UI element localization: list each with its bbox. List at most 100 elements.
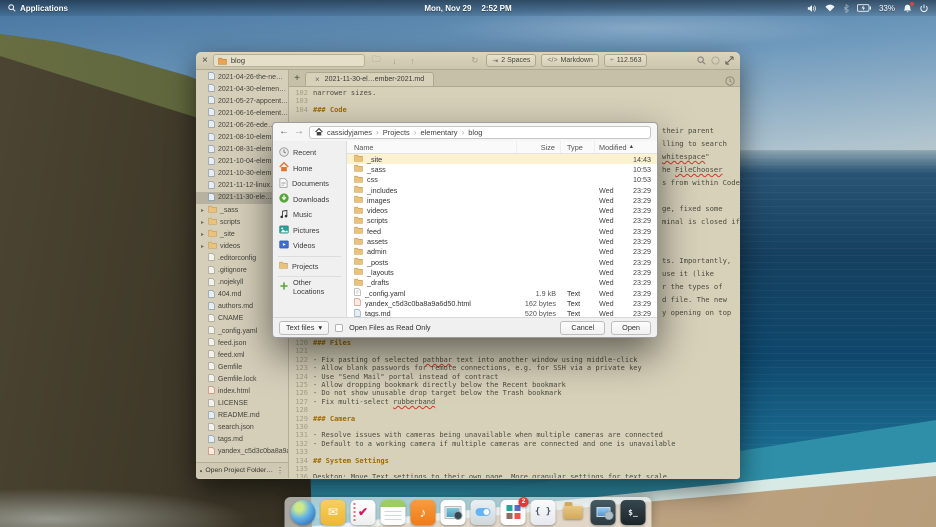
dock-icon-appcenter[interactable]: 2 [501, 500, 526, 525]
battery-icon[interactable] [857, 4, 871, 12]
sidebar-file-item[interactable]: LICENSE [196, 398, 288, 410]
crumb-separator: › [376, 128, 379, 137]
dock-icon-calendar[interactable] [381, 500, 406, 525]
code-line: 122- Fix pasting of selected pathbar tex… [289, 356, 740, 364]
sidebar-file-item[interactable]: yandex_c5d3c0ba8a9a… [196, 446, 288, 458]
upload-button[interactable]: ↑ [406, 56, 419, 66]
open-project-folder-button[interactable]: Open Project Folder… ⋮ [196, 462, 288, 478]
sidebar-file-item[interactable]: 2021-04-26-the-ne… [196, 71, 288, 83]
table-row[interactable]: _sass10:53 [347, 164, 657, 174]
table-row[interactable]: _postsWed23:29 [347, 257, 657, 267]
sidebar-file-item[interactable]: 2021-04-30-elemen… [196, 83, 288, 95]
dock-icon-web[interactable] [291, 500, 316, 525]
place-videos[interactable]: Videos [273, 238, 346, 254]
place-recent[interactable]: Recent [273, 145, 346, 161]
forward-button[interactable]: → [294, 127, 304, 137]
table-row[interactable]: _draftsWed23:29 [347, 278, 657, 288]
sidebar-file-item[interactable]: index.html [196, 385, 288, 397]
dock-icon-photos[interactable] [441, 500, 466, 525]
volume-icon[interactable] [807, 4, 817, 13]
sidebar-file-item[interactable]: 2021-06-16-element… [196, 107, 288, 119]
place-pictures[interactable]: Pictures [273, 223, 346, 239]
sidebar-file-item[interactable]: search.json [196, 422, 288, 434]
bluetooth-icon[interactable] [843, 4, 849, 13]
place-projects[interactable]: Projects [273, 259, 346, 275]
table-row[interactable]: adminWed23:29 [347, 247, 657, 257]
table-row[interactable]: feedWed23:29 [347, 226, 657, 236]
column-modified[interactable]: Modified ▲ [595, 143, 657, 152]
places-sidebar: RecentHomeDocumentsDownloadsMusicPicture… [273, 141, 347, 317]
sidebar-file-item[interactable]: README.md [196, 410, 288, 422]
table-row[interactable]: imagesWed23:29 [347, 195, 657, 205]
column-type[interactable]: Type [561, 141, 595, 153]
tab-active[interactable]: × 2021-11-30-el…ember-2021.md [305, 72, 434, 86]
new-tab-button[interactable]: + [289, 70, 305, 86]
place-downloads[interactable]: Downloads [273, 192, 346, 208]
indent-width-button[interactable]: ⇥ 2 Spaces [486, 54, 536, 67]
sidebar-menu-button[interactable]: ⋮ [276, 466, 284, 475]
place-other-locations[interactable]: Other Locations [273, 279, 346, 295]
dock-icon-tasks[interactable]: ✔ [351, 500, 376, 525]
code-line: 130 [289, 423, 740, 431]
datetime-indicator[interactable]: Mon, Nov 29 2:52 PM [424, 0, 511, 16]
sidebar-file-item[interactable]: Gemfile [196, 361, 288, 373]
applications-menu[interactable]: Applications [8, 4, 68, 13]
tab-close-icon[interactable]: × [315, 75, 320, 84]
download-button[interactable]: ↓ [388, 56, 401, 66]
place-music[interactable]: Music [273, 207, 346, 223]
file-label: Gemfile.lock [218, 376, 257, 383]
column-name[interactable]: Name [347, 141, 517, 153]
place-documents[interactable]: Documents [273, 176, 346, 192]
dock-icon-screenshot[interactable] [591, 500, 616, 525]
back-button[interactable]: ← [279, 127, 289, 137]
table-row[interactable]: videosWed23:29 [347, 205, 657, 215]
crumb-projects[interactable]: Projects [383, 128, 410, 137]
dock-icon-code[interactable]: { } [531, 500, 556, 525]
dock-icon-terminal[interactable]: $_ [621, 500, 646, 525]
wifi-icon[interactable] [825, 4, 835, 12]
folder-icon [354, 247, 363, 257]
syntax-mode-button[interactable]: </> Markdown [541, 54, 598, 67]
editor-menu-icon[interactable] [711, 56, 720, 65]
file-label: README.md [218, 412, 260, 419]
table-row[interactable]: css10:53 [347, 175, 657, 185]
table-row[interactable]: yandex_c5d3c0ba8a9a6d50.html162 bytesTex… [347, 298, 657, 308]
power-icon[interactable] [920, 4, 928, 13]
dock-icon-settings[interactable] [471, 500, 496, 525]
sidebar-file-item[interactable]: feed.xml [196, 349, 288, 361]
crumb-home[interactable]: cassidyjames [327, 128, 372, 137]
crumb-blog[interactable]: blog [468, 128, 482, 137]
breadcrumb[interactable]: cassidyjames › Projects › elementary › b… [309, 126, 651, 139]
table-row[interactable]: _layoutsWed23:29 [347, 267, 657, 277]
dock-icon-files[interactable] [561, 500, 586, 525]
editor-search-icon[interactable] [697, 56, 706, 65]
readonly-checkbox[interactable] [335, 324, 343, 332]
open-button[interactable]: Open [611, 321, 651, 335]
sidebar-file-item[interactable]: 2021-05-27-appcent… [196, 95, 288, 107]
sidebar-file-item[interactable]: feed.json [196, 337, 288, 349]
dock-icon-music[interactable]: ♪ [411, 500, 436, 525]
table-row[interactable]: _config.yaml1.9 kBTextWed23:29 [347, 288, 657, 298]
place-home[interactable]: Home [273, 161, 346, 177]
sidebar-file-item[interactable]: tags.md [196, 434, 288, 446]
file-filter-dropdown[interactable]: Text files ▾ [279, 321, 329, 335]
dock-icon-mail[interactable]: ✉ [321, 500, 346, 525]
table-row[interactable]: _includesWed23:29 [347, 185, 657, 195]
project-chooser-button[interactable]: blog [213, 54, 365, 67]
table-row[interactable]: scriptsWed23:29 [347, 216, 657, 226]
cancel-button[interactable]: Cancel [560, 321, 605, 335]
table-row[interactable]: tags.md520 bytesTextWed23:29 [347, 308, 657, 317]
goto-line-button[interactable]: ÷ 112.563 [604, 54, 648, 67]
window-close-button[interactable]: × [202, 56, 208, 66]
table-row[interactable]: _site14:43 [347, 154, 657, 164]
editor-titlebar[interactable]: × blog 🗀 ↓ ↑ ↻ ⇥ 2 Spaces </> Markdown ÷… [196, 52, 740, 70]
sidebar-file-item[interactable]: Gemfile.lock [196, 373, 288, 385]
table-row[interactable]: assetsWed23:29 [347, 236, 657, 246]
maximize-icon[interactable] [725, 56, 734, 65]
file-name: _sass [367, 165, 386, 174]
open-file-button[interactable]: 🗀 [370, 54, 383, 68]
notifications-icon[interactable] [903, 4, 912, 13]
crumb-elementary[interactable]: elementary [420, 128, 457, 137]
column-size[interactable]: Size [517, 141, 561, 153]
share-button[interactable]: ↻ [468, 55, 481, 66]
